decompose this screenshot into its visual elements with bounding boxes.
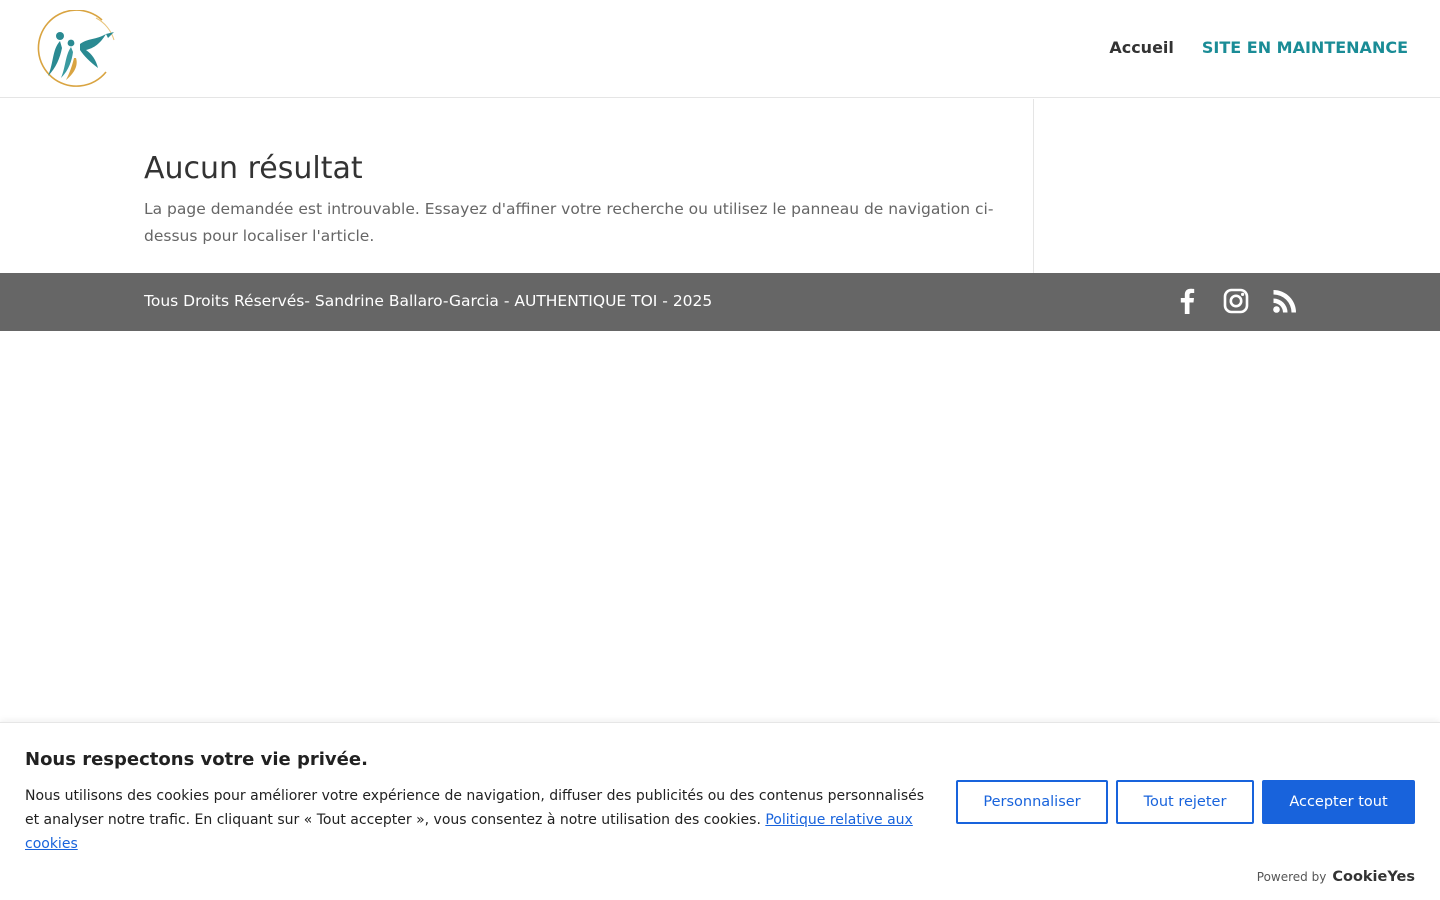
cookie-banner-title: Nous respectons votre vie privée. xyxy=(25,749,368,770)
copyright-text: Tous Droits Réservés- Sandrine Ballaro-G… xyxy=(144,292,713,310)
page-title: Aucun résultat xyxy=(144,151,363,186)
nav-item-site-en-maintenance[interactable]: SITE EN MAINTENANCE xyxy=(1202,38,1408,58)
nav-item-accueil[interactable]: Accueil xyxy=(1109,38,1174,58)
rss-icon[interactable] xyxy=(1270,286,1299,315)
main-content: Aucun résultat La page demandée est intr… xyxy=(0,99,1440,273)
site-footer: Tous Droits Réservés- Sandrine Ballaro-G… xyxy=(0,273,1440,331)
cookie-consent-banner: Nous respectons votre vie privée. Nous u… xyxy=(0,722,1440,900)
cookieyes-logo[interactable]: CookieYes xyxy=(1332,869,1415,885)
reject-all-button[interactable]: Tout rejeter xyxy=(1116,780,1254,824)
powered-by: Powered by CookieYes xyxy=(1257,869,1415,885)
main-nav: Accueil SITE EN MAINTENANCE xyxy=(1109,38,1408,58)
social-links xyxy=(1172,286,1299,315)
site-header: Accueil SITE EN MAINTENANCE xyxy=(0,0,1440,98)
powered-by-label: Powered by xyxy=(1256,870,1327,884)
site-logo[interactable] xyxy=(36,9,118,92)
facebook-icon[interactable] xyxy=(1172,286,1201,315)
customize-button[interactable]: Personnaliser xyxy=(956,780,1108,824)
accept-all-button[interactable]: Accepter tout xyxy=(1262,780,1415,824)
sidebar-divider xyxy=(1033,99,1034,273)
instagram-icon[interactable] xyxy=(1221,286,1250,315)
not-found-message: La page demandée est introuvable. Essaye… xyxy=(144,200,994,245)
cookie-banner-text: Nous utilisons des cookies pour améliore… xyxy=(25,784,935,856)
